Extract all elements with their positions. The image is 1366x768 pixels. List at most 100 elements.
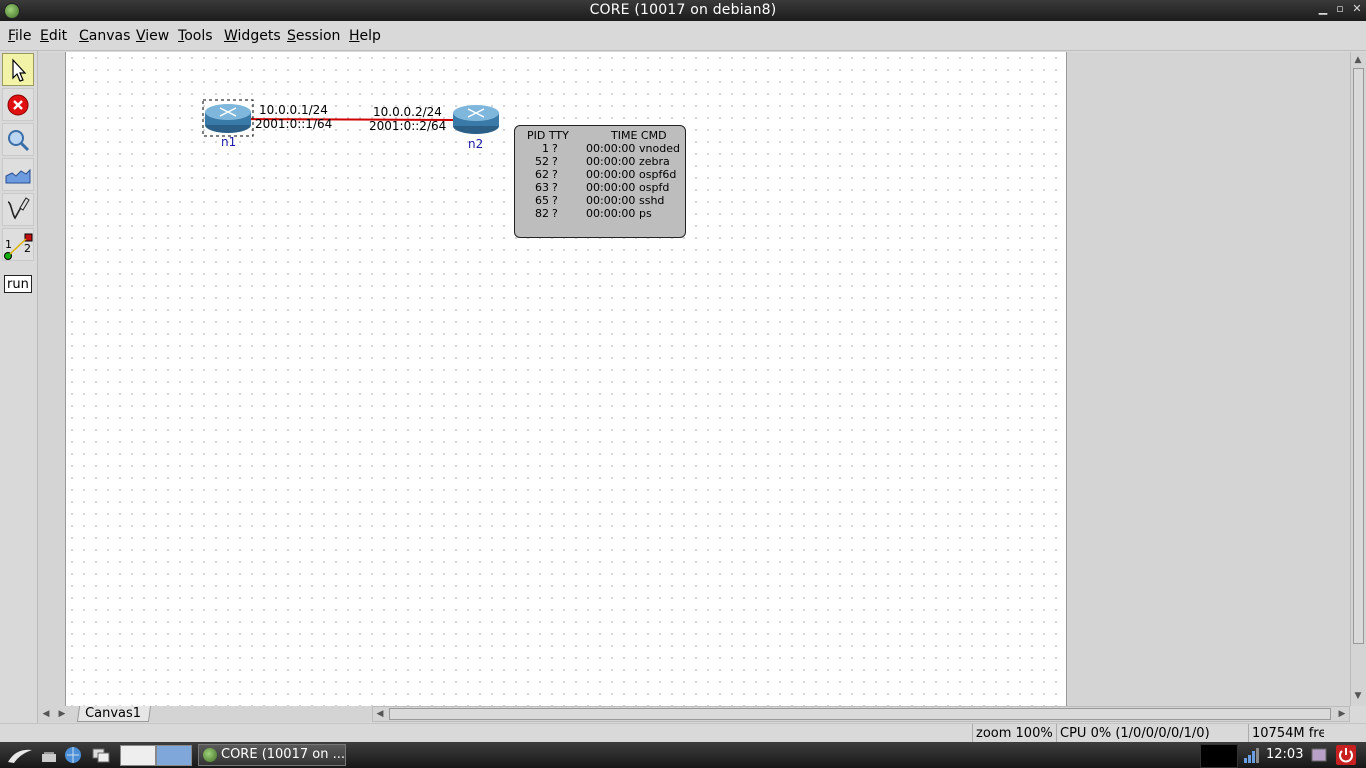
menu-session-label: ession bbox=[295, 28, 341, 44]
process-time: 00:00:00 bbox=[586, 194, 636, 207]
workspace-2[interactable] bbox=[156, 745, 192, 766]
observer-tool-button[interactable] bbox=[2, 123, 34, 156]
n1-ipv4-label: 10.0.0.1/24 bbox=[259, 103, 328, 117]
node-label-n1: n1 bbox=[221, 135, 237, 149]
process-time: 00:00:00 bbox=[586, 155, 636, 168]
window-title: CORE (10017 on debian8) bbox=[589, 2, 777, 18]
user-icon[interactable] bbox=[1310, 746, 1328, 764]
process-row: 52 ? 00:00:00 zebra bbox=[515, 155, 685, 168]
link-tool-left-label: 1 bbox=[5, 238, 12, 251]
process-list-popup: PID TTY TIME CMD 1 ? 00:00:00 vnoded 52 … bbox=[514, 125, 686, 238]
n2-ipv6-label: 2001:0::2/64 bbox=[369, 119, 447, 133]
tab-canvas1[interactable]: Canvas1 bbox=[76, 706, 152, 722]
menu-help[interactable]: Help bbox=[349, 28, 381, 44]
taskbar-core-window[interactable]: CORE (10017 on ... bbox=[198, 744, 346, 766]
menu-widgets[interactable]: Widgets bbox=[224, 28, 281, 44]
memory-status: 10754M fre bbox=[1248, 724, 1324, 743]
start-menu-icon[interactable] bbox=[6, 746, 34, 764]
canvas-viewport[interactable]: 10.0.0.1/24 2001:0::1/64 10.0.0.2/24 200… bbox=[38, 52, 1350, 706]
process-pid: 62 bbox=[535, 168, 549, 181]
process-row: 82 ? 00:00:00 ps bbox=[515, 207, 685, 220]
process-cmd: ospfd bbox=[639, 181, 670, 194]
chart-area-icon bbox=[5, 168, 31, 184]
two-node-tool-button[interactable]: 1 2 bbox=[2, 228, 34, 261]
process-pid: 1 bbox=[542, 142, 549, 155]
process-tty: ? bbox=[552, 168, 558, 181]
tool-palette: 1 2 run bbox=[0, 51, 38, 741]
select-tool-button[interactable] bbox=[2, 53, 34, 86]
tab-scroll-left-icon[interactable]: ◀ bbox=[39, 707, 53, 721]
menu-canvas-label: anvas bbox=[88, 28, 131, 44]
menu-canvas[interactable]: Canvas bbox=[79, 28, 130, 44]
show-desktop-icon[interactable] bbox=[40, 746, 58, 764]
process-tty: ? bbox=[552, 181, 558, 194]
vertical-scrollbar[interactable]: ▲ ▼ bbox=[1350, 52, 1366, 706]
stop-icon bbox=[7, 94, 29, 116]
pen-icon bbox=[7, 197, 30, 220]
process-time: 00:00:00 bbox=[586, 168, 636, 181]
popup-header-time-cmd: TIME CMD bbox=[611, 129, 667, 142]
minimize-icon[interactable]: ▁ bbox=[1316, 2, 1330, 18]
process-tty: ? bbox=[552, 155, 558, 168]
scroll-right-icon[interactable]: ▶ bbox=[1335, 707, 1349, 721]
canvas-tab-row: ◀ ▶ Canvas1 ◀ ▶ bbox=[38, 706, 1350, 722]
link-tool-right-label: 2 bbox=[24, 242, 31, 255]
vertical-scroll-thumb[interactable] bbox=[1353, 68, 1364, 644]
process-pid: 63 bbox=[535, 181, 549, 194]
menu-view-label: iew bbox=[145, 28, 170, 44]
zoom-status: zoom 100% bbox=[972, 724, 1058, 743]
menu-view-mnemonic: V bbox=[136, 28, 146, 44]
process-time: 00:00:00 bbox=[586, 207, 636, 220]
process-cmd: zebra bbox=[639, 155, 670, 168]
menu-edit-mnemonic: E bbox=[40, 28, 49, 44]
cpu-monitor-widget bbox=[1200, 744, 1238, 768]
scroll-up-icon[interactable]: ▲ bbox=[1351, 53, 1365, 67]
process-pid: 65 bbox=[535, 194, 549, 207]
scroll-down-icon[interactable]: ▼ bbox=[1351, 689, 1365, 703]
pointer-icon bbox=[12, 58, 27, 82]
statusbar: zoom 100% CPU 0% (1/0/0/0/0/1/0) 10754M … bbox=[0, 723, 1366, 743]
maximize-icon[interactable]: ▫ bbox=[1333, 2, 1347, 18]
cpu-status: CPU 0% (1/0/0/0/0/1/0) bbox=[1056, 724, 1246, 743]
menu-session-mnemonic: S bbox=[287, 28, 296, 44]
scroll-left-icon[interactable]: ◀ bbox=[373, 707, 387, 721]
router-icon[interactable] bbox=[453, 105, 499, 134]
marker-tool-button[interactable] bbox=[2, 193, 34, 226]
stop-session-button[interactable] bbox=[2, 88, 34, 121]
process-row: 65 ? 00:00:00 sshd bbox=[515, 194, 685, 207]
process-tty: ? bbox=[552, 142, 558, 155]
router-icon[interactable] bbox=[205, 104, 251, 133]
tab-scroll-right-icon[interactable]: ▶ bbox=[55, 707, 69, 721]
menu-widgets-label: idgets bbox=[237, 28, 281, 44]
node-label-n2: n2 bbox=[468, 137, 484, 151]
process-pid: 82 bbox=[535, 207, 549, 220]
run-tool-label: run bbox=[4, 275, 32, 293]
network-signal-icon[interactable] bbox=[1242, 746, 1260, 764]
process-time: 00:00:00 bbox=[586, 142, 636, 155]
menu-edit[interactable]: Edit bbox=[40, 28, 67, 44]
menu-help-label: elp bbox=[359, 28, 381, 44]
process-tty: ? bbox=[552, 194, 558, 207]
tab-canvas1-label: Canvas1 bbox=[85, 706, 142, 721]
canvas-grid[interactable]: 10.0.0.1/24 2001:0::1/64 10.0.0.2/24 200… bbox=[65, 52, 1067, 706]
web-browser-icon[interactable] bbox=[64, 746, 82, 764]
plot-tool-button[interactable] bbox=[2, 158, 34, 191]
menu-file-mnemonic: F bbox=[8, 28, 16, 44]
horizontal-scroll-thumb[interactable] bbox=[389, 708, 1331, 720]
window-switcher-icon[interactable] bbox=[92, 746, 110, 764]
workspace-1[interactable] bbox=[120, 745, 156, 766]
horizontal-scrollbar[interactable]: ◀ ▶ bbox=[372, 706, 1350, 722]
core-task-icon bbox=[203, 748, 217, 762]
menu-file[interactable]: File bbox=[8, 28, 31, 44]
n2-ipv4-label: 10.0.0.2/24 bbox=[373, 105, 442, 119]
two-node-link-icon: 1 2 bbox=[4, 233, 33, 260]
n1-ipv6-label: 2001:0::1/64 bbox=[255, 117, 333, 131]
menu-session[interactable]: Session bbox=[287, 28, 340, 44]
run-tool-button[interactable]: run bbox=[2, 271, 34, 297]
process-pid: 52 bbox=[535, 155, 549, 168]
close-icon[interactable]: ✕ bbox=[1350, 2, 1364, 18]
menu-tools[interactable]: Tools bbox=[178, 28, 213, 44]
menu-view[interactable]: View bbox=[136, 28, 169, 44]
power-icon[interactable] bbox=[1336, 745, 1356, 765]
process-row: 63 ? 00:00:00 ospfd bbox=[515, 181, 685, 194]
